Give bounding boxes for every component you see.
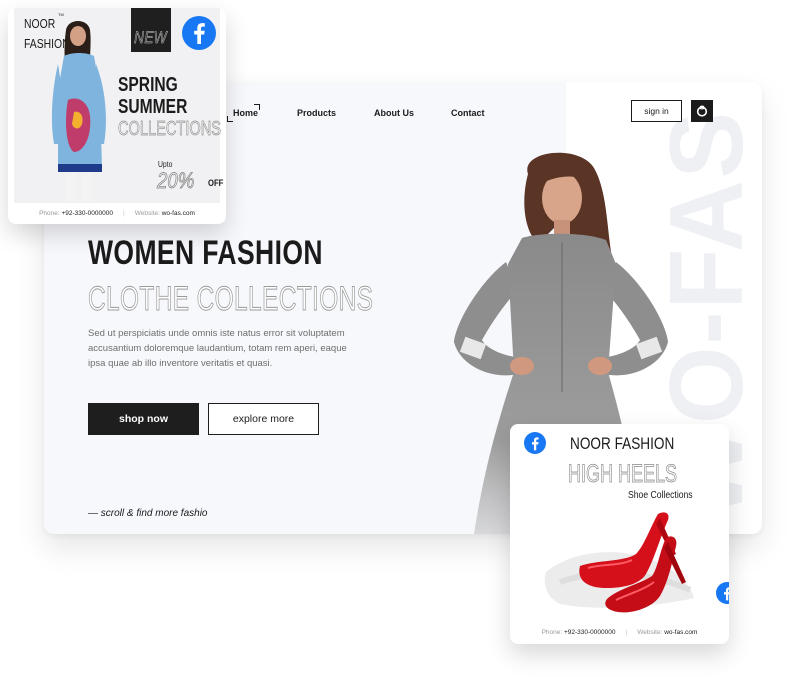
heels-brand-name: NOOR FASHION: [570, 434, 675, 453]
bag-icon: [696, 105, 708, 117]
facebook-f-glyph: [532, 436, 539, 450]
high-heels-post-card: NOOR FASHION HIGH HEELS Shoe Collections…: [510, 424, 729, 644]
post-phone-label: Phone:: [39, 209, 60, 217]
facebook-f-glyph: [724, 586, 729, 600]
facebook-icon[interactable]: [524, 432, 546, 454]
post-model-image: [51, 21, 106, 202]
nav-contact[interactable]: Contact: [451, 108, 485, 118]
post-footer-separator: |: [123, 209, 125, 217]
red-heels-image: [544, 512, 694, 613]
sign-in-button[interactable]: sign in: [631, 100, 682, 122]
shopping-bag-button[interactable]: [691, 100, 713, 122]
heels-website: Website: wo-fas.com: [637, 629, 697, 636]
spring-summer-post-card: NOOR FASHION TM NEW SPRING SUMMER COLLEC…: [8, 8, 226, 224]
scroll-hint: — scroll & find more fashio: [88, 508, 208, 519]
hero-description: Sed ut perspiciatis unde omnis iste natu…: [88, 328, 347, 369]
post-phone: Phone: +92-330-0000000: [39, 210, 113, 217]
post-website-label: Website:: [134, 209, 160, 217]
heels-website-value: wo-fas.com: [664, 628, 698, 636]
nav-about-us[interactable]: About Us: [374, 108, 414, 118]
heels-subtitle: Shoe Collections: [628, 489, 693, 501]
post-image-area: NOOR FASHION TM NEW SPRING SUMMER COLLEC…: [14, 8, 224, 203]
heels-phone: Phone: +92-330-0000000: [542, 629, 616, 636]
trademark-mark: TM: [58, 12, 64, 17]
post-discount-percent: 20%: [157, 168, 195, 194]
heels-footer-separator: |: [625, 628, 628, 636]
post-headline-spring: SPRING: [118, 74, 178, 96]
explore-more-button[interactable]: explore more: [208, 403, 319, 435]
hero-subtitle: CLOTHE COLLECTIONS: [88, 280, 374, 319]
shop-now-button[interactable]: shop now: [88, 403, 199, 435]
heels-phone-value: +92-330-0000000: [563, 628, 616, 636]
post-headline-summer: SUMMER: [118, 96, 188, 118]
post-website: Website: wo-fas.com: [135, 210, 195, 217]
facebook-f-glyph: [194, 23, 205, 44]
nav-products[interactable]: Products: [297, 108, 336, 118]
facebook-icon[interactable]: [182, 16, 216, 50]
nav-home[interactable]: Home: [233, 108, 258, 118]
heels-website-label: Website:: [637, 628, 663, 636]
heels-contact-footer: Phone: +92-330-0000000 | Website: wo-fas…: [510, 626, 729, 638]
post-contact-footer: Phone: +92-330-0000000 | Website: wo-fas…: [8, 207, 226, 219]
heels-title: HIGH HEELS: [568, 460, 678, 489]
post-off-label: OFF: [208, 178, 224, 188]
new-badge-text: NEW: [134, 28, 168, 48]
new-badge: NEW: [131, 8, 171, 52]
post-headline-collections: COLLECTIONS: [118, 118, 222, 141]
facebook-icon[interactable]: [716, 582, 729, 604]
hero-title: WOMEN FASHION: [88, 234, 323, 272]
post-website-value: wo-fas.com: [161, 209, 195, 217]
post-phone-value: +92-330-0000000: [61, 209, 113, 217]
heels-phone-label: Phone:: [541, 628, 563, 636]
